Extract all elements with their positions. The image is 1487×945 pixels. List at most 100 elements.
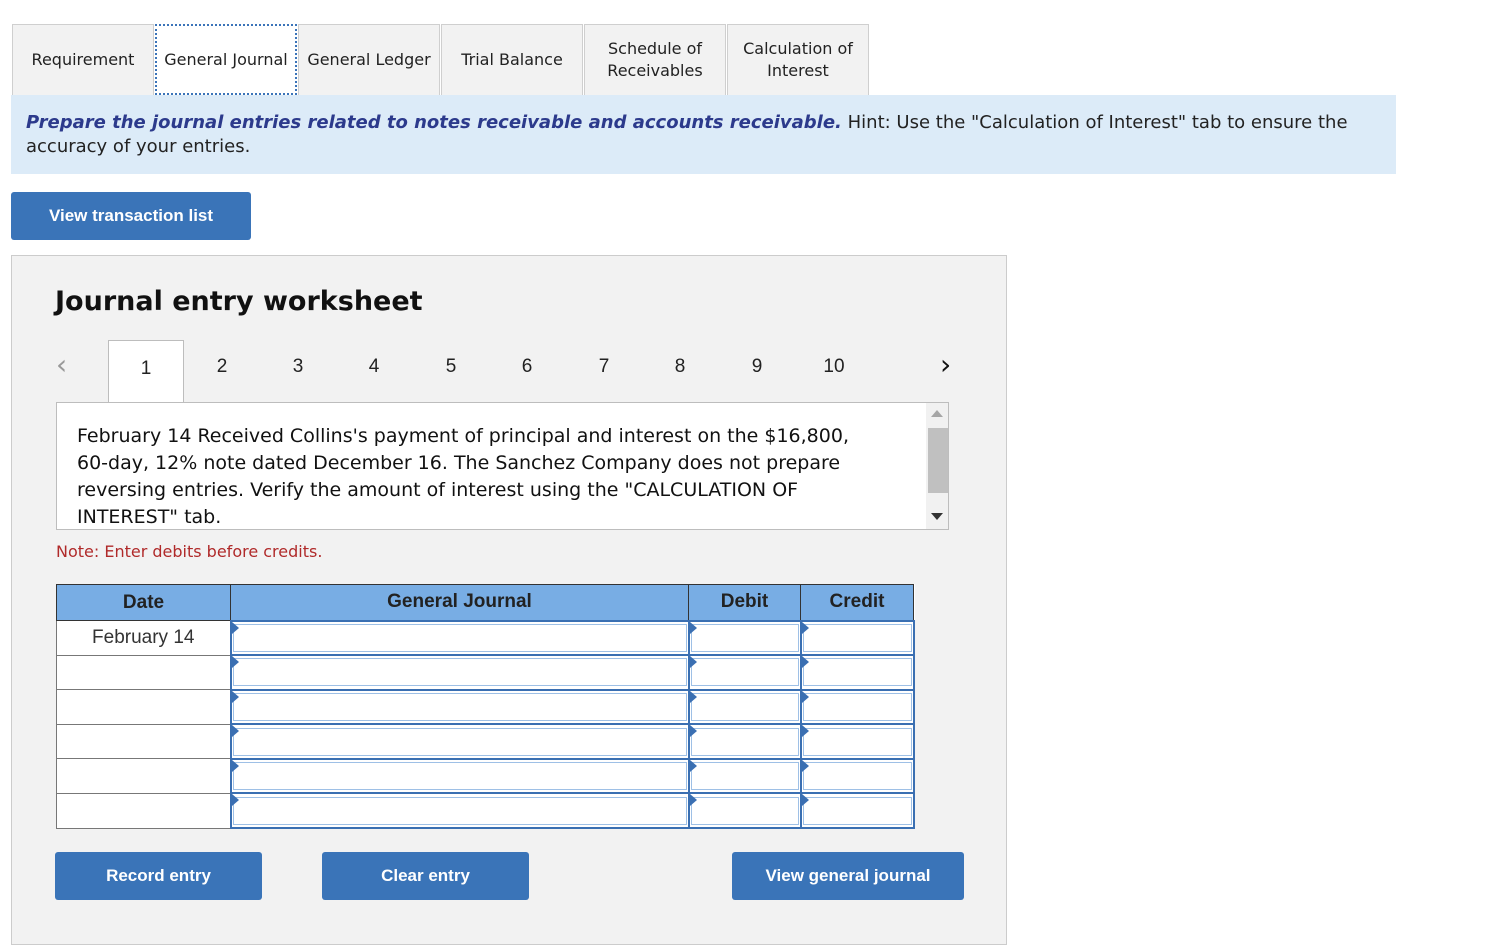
credit-input[interactable] (802, 623, 912, 652)
tab-requirement[interactable]: Requirement (12, 24, 154, 95)
debit-cell (687, 688, 802, 726)
scroll-up-arrow-icon[interactable] (931, 410, 943, 417)
page-tab-4[interactable]: 4 (336, 340, 412, 402)
account-cell (229, 654, 690, 691)
debit-input[interactable] (690, 658, 799, 687)
dropdown-marker-icon (231, 690, 239, 703)
date-cell (56, 689, 231, 725)
dropdown-marker-icon (801, 759, 809, 772)
dropdown-marker-icon (689, 690, 697, 703)
account-cell (229, 619, 690, 657)
account-cell (229, 723, 690, 760)
scrollbar-thumb[interactable] (928, 428, 948, 493)
table-row (56, 757, 915, 795)
table-row (56, 688, 915, 726)
dropdown-marker-icon (689, 725, 697, 738)
table-row (56, 792, 915, 830)
account-input[interactable] (232, 796, 687, 825)
dropdown-marker-icon (231, 725, 239, 738)
tab-general-journal[interactable]: General Journal (155, 24, 297, 95)
credit-input[interactable] (802, 658, 912, 687)
debit-input[interactable] (690, 623, 799, 652)
tab-trial-balance[interactable]: Trial Balance (441, 24, 583, 95)
transaction-description-box: February 14 Received Collins's payment o… (56, 402, 949, 530)
dropdown-marker-icon (689, 621, 697, 634)
dropdown-marker-icon (231, 621, 239, 634)
dropdown-marker-icon (689, 759, 697, 772)
chevron-right-icon[interactable]: › (940, 348, 951, 381)
dropdown-marker-icon (801, 690, 809, 703)
page-tab-10[interactable]: 10 (796, 340, 872, 402)
account-input[interactable] (232, 692, 687, 721)
dropdown-marker-icon (801, 656, 809, 669)
account-cell (229, 757, 690, 795)
column-header-debit: Debit (688, 584, 801, 621)
credit-cell (799, 654, 915, 691)
clear-entry-button[interactable]: Clear entry (322, 852, 529, 900)
date-cell (56, 792, 231, 829)
page-tab-5[interactable]: 5 (413, 340, 489, 402)
instruction-emphasis: Prepare the journal entries related to n… (26, 112, 842, 133)
credit-input[interactable] (802, 796, 912, 825)
dropdown-marker-icon (801, 794, 809, 807)
debit-input[interactable] (690, 762, 799, 791)
journal-entry-table: Date General Journal Debit Credit Februa… (56, 584, 915, 830)
worksheet-pager: ‹ 1 2 3 4 5 6 7 8 9 10 › (56, 340, 976, 404)
debit-cell (687, 723, 802, 760)
table-row (56, 723, 915, 760)
dropdown-marker-icon (689, 656, 697, 669)
date-cell: February 14 (56, 620, 231, 656)
credit-cell (799, 757, 915, 795)
debit-cell (687, 757, 802, 795)
tab-general-ledger[interactable]: General Ledger (298, 24, 440, 95)
transaction-description: February 14 Received Collins's payment o… (77, 425, 849, 528)
table-row: February 14 (56, 619, 915, 657)
page-tab-1[interactable]: 1 (108, 340, 184, 404)
chevron-left-icon[interactable]: ‹ (56, 348, 67, 381)
page-tab-7[interactable]: 7 (566, 340, 642, 402)
tab-calculation-of-interest[interactable]: Calculation of Interest (727, 24, 869, 95)
debit-input[interactable] (690, 727, 799, 756)
account-input[interactable] (232, 658, 687, 687)
date-cell (56, 758, 231, 794)
account-cell (229, 688, 690, 726)
dropdown-marker-icon (231, 759, 239, 772)
date-cell (56, 723, 231, 760)
page-tab-9[interactable]: 9 (719, 340, 795, 402)
view-transaction-list-button[interactable]: View transaction list (11, 192, 251, 240)
journal-entry-worksheet-panel: Journal entry worksheet ‹ 1 2 3 4 5 6 7 … (11, 255, 1007, 945)
instruction-banner: Prepare the journal entries related to n… (11, 95, 1396, 174)
credit-cell (799, 688, 915, 726)
credit-cell (799, 723, 915, 760)
dropdown-marker-icon (801, 725, 809, 738)
debit-input[interactable] (690, 796, 799, 825)
date-cell (56, 654, 231, 691)
table-row (56, 654, 915, 691)
debit-input[interactable] (690, 692, 799, 721)
dropdown-marker-icon (231, 656, 239, 669)
column-header-credit: Credit (800, 584, 914, 621)
page-tab-8[interactable]: 8 (642, 340, 718, 402)
credit-input[interactable] (802, 692, 912, 721)
credit-cell (799, 619, 915, 657)
account-input[interactable] (232, 727, 687, 756)
credit-cell (799, 792, 915, 830)
account-input[interactable] (232, 623, 687, 652)
account-input[interactable] (232, 762, 687, 791)
page-tab-2[interactable]: 2 (184, 340, 260, 402)
dropdown-marker-icon (801, 621, 809, 634)
scroll-down-arrow-icon[interactable] (931, 513, 943, 520)
tab-bar: Requirement General Journal General Ledg… (12, 24, 870, 95)
account-cell (229, 792, 690, 830)
description-scrollbar[interactable] (926, 403, 948, 529)
debit-cell (687, 619, 802, 657)
page-tab-3[interactable]: 3 (260, 340, 336, 402)
dropdown-marker-icon (689, 794, 697, 807)
page-tab-6[interactable]: 6 (489, 340, 565, 402)
debits-before-credits-note: Note: Enter debits before credits. (56, 542, 323, 561)
credit-input[interactable] (802, 762, 912, 791)
credit-input[interactable] (802, 727, 912, 756)
view-general-journal-button[interactable]: View general journal (732, 852, 964, 900)
tab-schedule-of-receivables[interactable]: Schedule of Receivables (584, 24, 726, 95)
record-entry-button[interactable]: Record entry (55, 852, 262, 900)
